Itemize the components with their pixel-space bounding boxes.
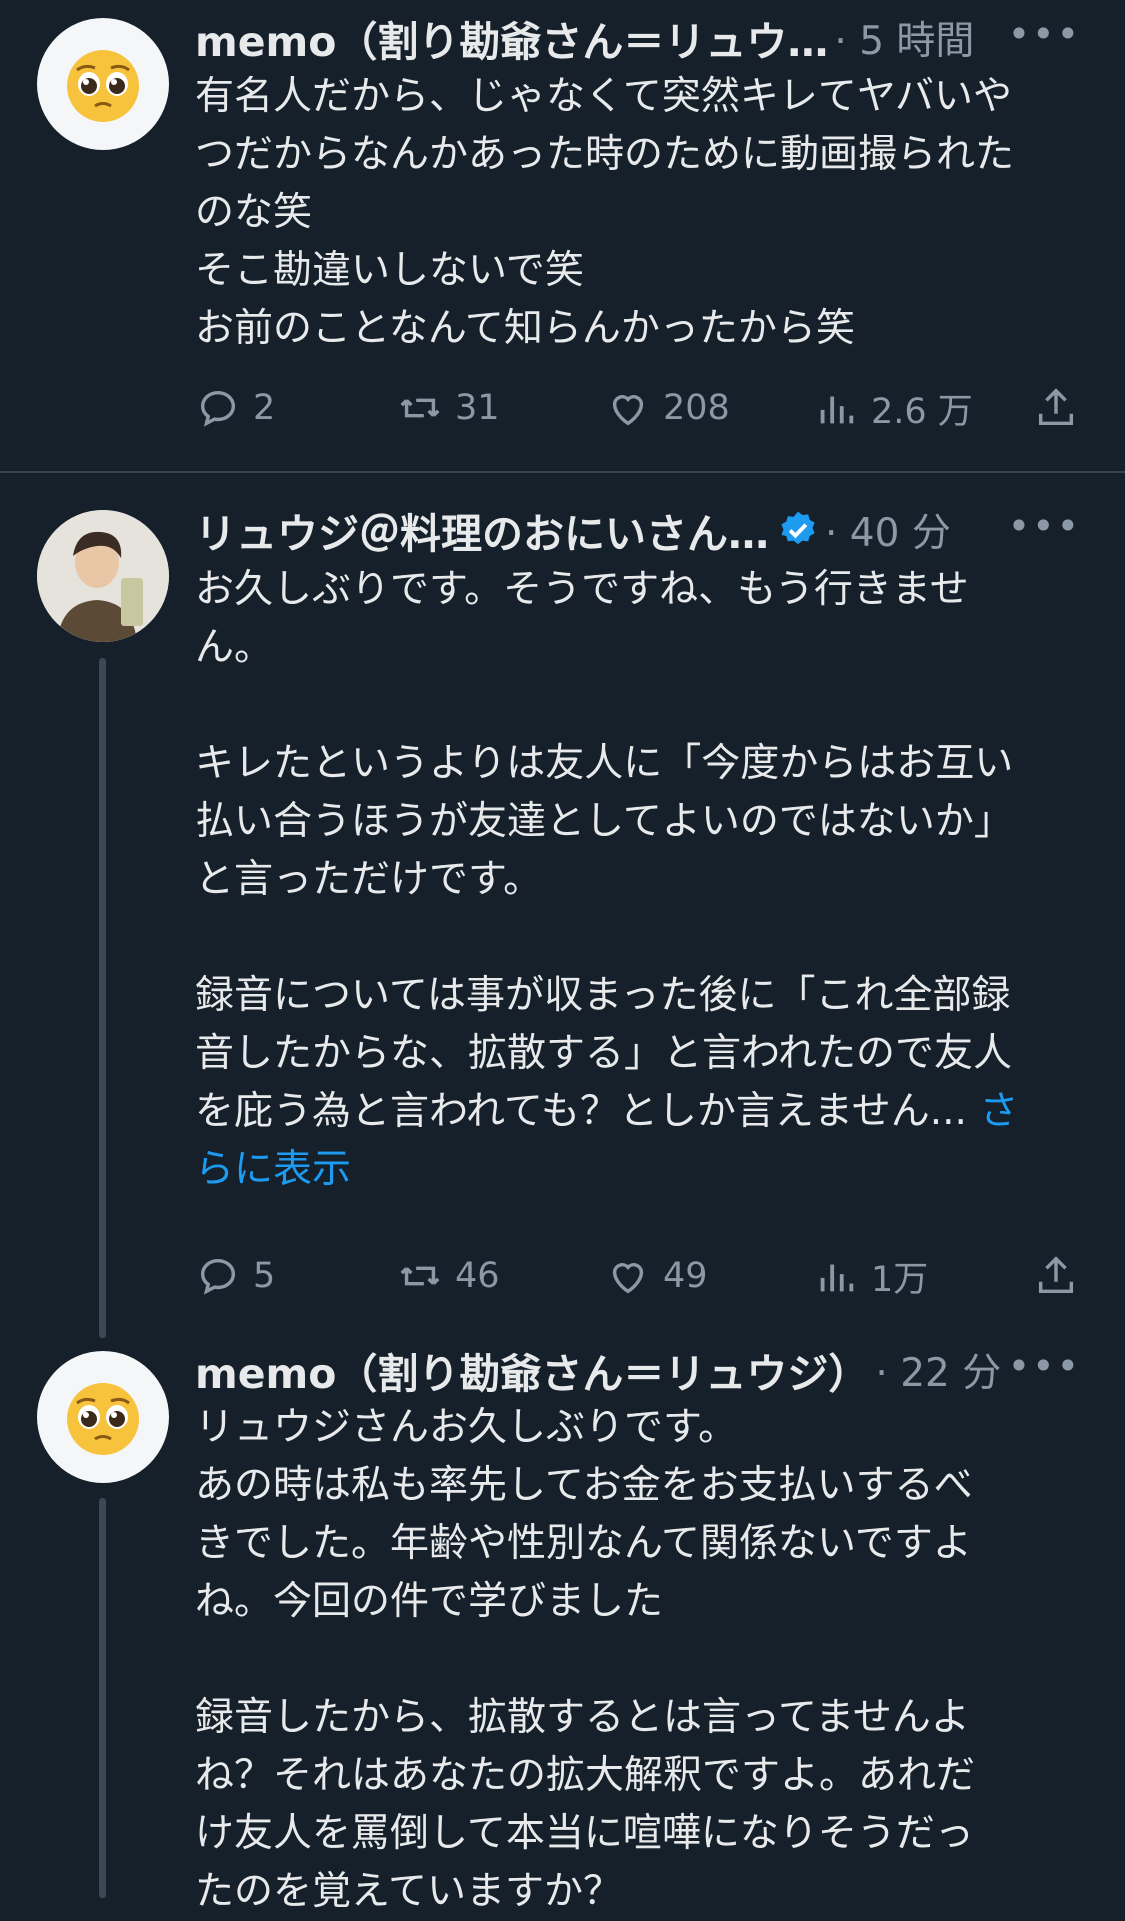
timestamp[interactable]: · 5 時間 bbox=[834, 10, 974, 66]
tweet-text: リュウジさんお久しぶりです。 あの時は私も率先してお金をお支払いするべ きでした… bbox=[195, 1405, 976, 1914]
repost-count: 31 bbox=[455, 388, 500, 428]
tweet-text: 有名人だから、じゃなくて突然キレてヤバいや つだからなんかあった時のために動画撮… bbox=[195, 74, 1015, 351]
share-button[interactable] bbox=[1033, 1246, 1091, 1306]
tweet-2[interactable]: リュウジ＠料理のおにいさん… · 40 分 ••• お久しぶりです。そうですね、… bbox=[0, 473, 1125, 1343]
views-button[interactable]: 1万 bbox=[813, 1246, 928, 1306]
reply-button[interactable]: 2 bbox=[195, 378, 275, 438]
profile-photo-icon bbox=[37, 510, 169, 642]
tweet-header: リュウジ＠料理のおにいさん… · 40 分 ••• bbox=[195, 500, 1095, 560]
share-icon bbox=[1038, 388, 1074, 426]
heart-icon bbox=[612, 1263, 644, 1294]
display-name[interactable]: memo（割り勘爺さん＝リュウジ） bbox=[195, 1340, 869, 1400]
views-button[interactable]: 2.6 万 bbox=[813, 378, 973, 438]
views-count: 2.6 万 bbox=[871, 391, 973, 432]
like-button[interactable]: 49 bbox=[605, 1246, 708, 1306]
like-button[interactable]: 208 bbox=[605, 378, 730, 438]
views-icon bbox=[820, 396, 854, 424]
verified-badge-icon bbox=[781, 511, 815, 545]
views-icon bbox=[820, 1264, 854, 1292]
heart-icon bbox=[612, 395, 644, 426]
reply-icon bbox=[200, 1258, 236, 1295]
tweet-3[interactable]: memo（割り勘爺さん＝リュウジ） · 22 分 ••• リュウジさんお久しぶり… bbox=[0, 1340, 1125, 1914]
reply-icon bbox=[200, 390, 236, 427]
repost-icon bbox=[400, 398, 440, 418]
tweet-actions: 5 46 49 1万 bbox=[195, 1246, 1085, 1306]
repost-button[interactable]: 46 bbox=[397, 1246, 500, 1306]
timestamp[interactable]: · 40 分 bbox=[825, 502, 951, 558]
display-name[interactable]: リュウジ＠料理のおにいさん… bbox=[195, 500, 769, 560]
like-count: 208 bbox=[663, 388, 730, 428]
display-name[interactable]: memo（割り勘爺さん＝リュウ… bbox=[195, 8, 828, 68]
reply-count: 5 bbox=[253, 1256, 276, 1296]
reply-button[interactable]: 5 bbox=[195, 1246, 275, 1306]
tweet-text-content: お久しぶりです。そうですね、もう行きませ ん。 キレたというよりは友人に「今度か… bbox=[195, 567, 1014, 1134]
reply-count: 2 bbox=[253, 388, 276, 428]
tweet-header: memo（割り勘爺さん＝リュウジ） · 22 分 ••• bbox=[195, 1340, 1095, 1400]
avatar-memo[interactable] bbox=[37, 18, 169, 150]
more-options-icon[interactable]: ••• bbox=[1008, 1344, 1081, 1388]
views-count: 1万 bbox=[871, 1259, 929, 1300]
pleading-face-icon bbox=[67, 50, 139, 122]
tweet-text: お久しぶりです。そうですね、もう行きませ ん。 キレたというよりは友人に「今度か… bbox=[195, 561, 1095, 1199]
repost-icon bbox=[400, 1266, 440, 1286]
repost-button[interactable]: 31 bbox=[397, 378, 500, 438]
pleading-face-icon bbox=[67, 1383, 139, 1455]
timestamp[interactable]: · 22 分 bbox=[875, 1342, 1001, 1398]
thread-line bbox=[99, 1498, 106, 1898]
tweet-actions: 2 31 208 2.6 万 bbox=[195, 378, 1085, 438]
more-options-icon[interactable]: ••• bbox=[1008, 504, 1081, 548]
share-icon bbox=[1038, 1256, 1074, 1294]
more-options-icon[interactable]: ••• bbox=[1008, 12, 1081, 56]
avatar-memo[interactable] bbox=[37, 1351, 169, 1483]
like-count: 49 bbox=[663, 1256, 708, 1296]
thread-line bbox=[99, 658, 106, 1338]
tweet-1[interactable]: memo（割り勘爺さん＝リュウ… · 5 時間 ••• 有名人だから、じゃなくて… bbox=[0, 0, 1125, 473]
tweet-header: memo（割り勘爺さん＝リュウ… · 5 時間 ••• bbox=[195, 8, 1095, 68]
repost-count: 46 bbox=[455, 1256, 500, 1296]
share-button[interactable] bbox=[1033, 378, 1091, 438]
avatar-ryuji[interactable] bbox=[37, 510, 169, 642]
